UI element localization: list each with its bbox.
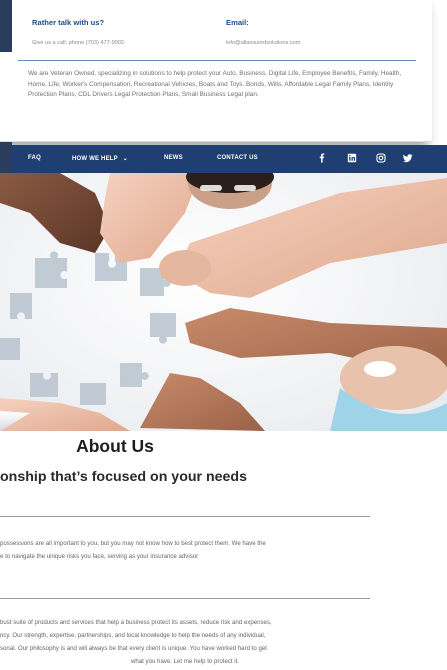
nav-how-we-help[interactable]: HOW WE HELP ⌄	[72, 155, 128, 162]
divider	[18, 60, 416, 61]
twitter-icon[interactable]	[403, 153, 413, 163]
main-nav: FAQ HOW WE HELP ⌄ NEWS CONTACT US	[12, 145, 447, 173]
about-paragraph-2-line-4: what you have. Let me help to protect it…	[130, 658, 240, 665]
email-link[interactable]: info@allassuredsolutions.com	[226, 40, 300, 46]
chevron-down-icon: ⌄	[122, 156, 128, 162]
nav-contact-us[interactable]: CONTACT US	[217, 155, 258, 161]
about-paragraph-1-line-1: possessions are all important to you, bu…	[0, 540, 266, 547]
linkedin-icon[interactable]	[347, 153, 357, 163]
email-heading: Email:	[226, 18, 249, 27]
about-paragraph-2-line-3: sonal. Our philosophy is and will always…	[0, 645, 267, 652]
intro-card: Rather talk with us? Give us a call: pho…	[0, 0, 432, 142]
instagram-icon[interactable]	[376, 153, 386, 163]
about-paragraph-2-line-1: bust suite of products and services that…	[0, 619, 272, 626]
card-edge-decoration	[0, 0, 12, 52]
phone-text[interactable]: Give us a call: phone (703) 477-9002	[32, 40, 124, 46]
nav-how-we-help-label: HOW WE HELP	[72, 156, 118, 162]
nav-faq[interactable]: FAQ	[28, 155, 41, 161]
about-heading: About Us	[76, 436, 154, 456]
about-paragraph-1-line-2: e to navigate the unique risks you face,…	[0, 553, 199, 560]
facebook-icon[interactable]	[317, 153, 327, 163]
divider	[0, 598, 370, 599]
hero-image	[0, 173, 447, 431]
divider	[0, 516, 370, 517]
talk-with-us-heading: Rather talk with us?	[32, 18, 105, 27]
about-subheading: onship that’s focused on your needs	[0, 469, 247, 485]
nav-news[interactable]: NEWS	[164, 155, 183, 161]
about-paragraph-2-line-2: ncy. Our strength, expertise, partnershi…	[0, 632, 266, 639]
intro-paragraph: We are Veteran Owned, specializing in so…	[28, 70, 402, 99]
